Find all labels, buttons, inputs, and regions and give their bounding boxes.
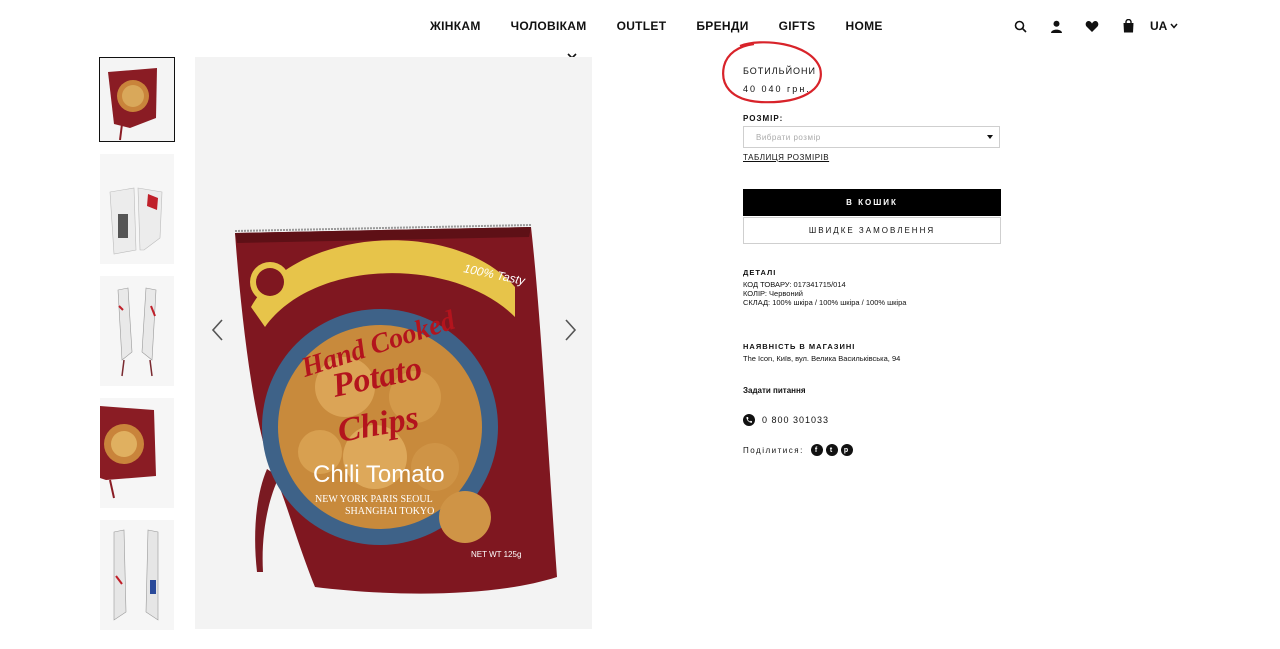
ask-question-link[interactable]: Задати питання — [743, 386, 806, 395]
quick-order-button[interactable]: ШВИДКЕ ЗАМОВЛЕННЯ — [743, 217, 1001, 244]
share-label: Поділитися: — [743, 445, 804, 455]
bag-icon[interactable] — [1120, 18, 1136, 34]
size-select-placeholder: Вибрати розмір — [756, 133, 821, 142]
user-icon[interactable] — [1048, 18, 1064, 34]
size-select[interactable]: Вибрати розмір — [743, 126, 1000, 148]
phone-number: 0 800 301033 — [762, 415, 830, 425]
availability-title: НАЯВНІСТЬ В МАГАЗИНІ — [743, 342, 856, 351]
heart-icon[interactable] — [1084, 18, 1100, 34]
previous-arrow-icon[interactable] — [210, 318, 226, 342]
nav-brands[interactable]: БРЕНДИ — [696, 19, 748, 33]
nav-men[interactable]: ЧОЛОВІКАМ — [511, 19, 587, 33]
product-composition: СКЛАД: 100% шкіра / 100% шкіра / 100% шк… — [743, 298, 907, 307]
chevron-down-icon — [1170, 23, 1178, 29]
nav-gifts[interactable]: GIFTS — [779, 19, 816, 33]
thumbnail-3[interactable] — [100, 276, 174, 386]
details-title: ДЕТАЛІ — [743, 268, 777, 277]
search-icon[interactable] — [1012, 18, 1028, 34]
size-table-link[interactable]: ТАБЛИЦЯ РОЗМІРІВ — [743, 153, 829, 162]
header-icons: UA — [1012, 18, 1178, 34]
store-address: The Icon, Київ, вул. Велика Васильківськ… — [743, 354, 901, 363]
add-to-cart-button[interactable]: В КОШИК — [743, 189, 1001, 216]
bag-text-cities-1: NEW YORK PARIS SEOUL — [315, 494, 433, 505]
size-label: РОЗМІР: — [743, 114, 784, 123]
language-label: UA — [1150, 19, 1168, 33]
bag-text-flavor: Chili Tomato — [313, 461, 445, 488]
product-code: КОД ТОВАРУ: 017341715/014 — [743, 280, 846, 289]
thumbnail-5[interactable] — [100, 520, 174, 630]
phone-contact[interactable]: 0 800 301033 — [743, 414, 829, 426]
phone-icon — [743, 414, 755, 426]
twitter-icon[interactable]: t — [825, 444, 838, 456]
thumbnail-4[interactable] — [100, 398, 174, 508]
annotation-circle — [722, 41, 822, 104]
bag-text-cities-2: SHANGHAI TOKYO — [345, 506, 434, 517]
next-arrow-icon[interactable] — [562, 318, 578, 342]
pinterest-icon[interactable]: p — [840, 444, 853, 456]
caret-down-icon — [987, 135, 993, 139]
thumbnail-2[interactable] — [100, 154, 174, 264]
thumbnail-1[interactable] — [99, 57, 175, 142]
share-row: Поділитися: f t p — [743, 444, 853, 456]
nav-home[interactable]: HOME — [845, 19, 882, 33]
facebook-icon[interactable]: f — [810, 444, 823, 456]
language-selector[interactable]: UA — [1150, 19, 1178, 33]
product-color: КОЛІР: Червоний — [743, 289, 803, 298]
bag-text-weight: NET WT 125g — [471, 550, 521, 559]
product-main-image: Hand Cooked Potato Chips Chili Tomato NE… — [195, 57, 592, 629]
nav-outlet[interactable]: OUTLET — [617, 19, 667, 33]
main-menu: ЖІНКАМ ЧОЛОВІКАМ OUTLET БРЕНДИ GIFTS HOM… — [430, 19, 883, 33]
top-navigation: ЖІНКАМ ЧОЛОВІКАМ OUTLET БРЕНДИ GIFTS HOM… — [0, 0, 1280, 52]
nav-women[interactable]: ЖІНКАМ — [430, 19, 481, 33]
